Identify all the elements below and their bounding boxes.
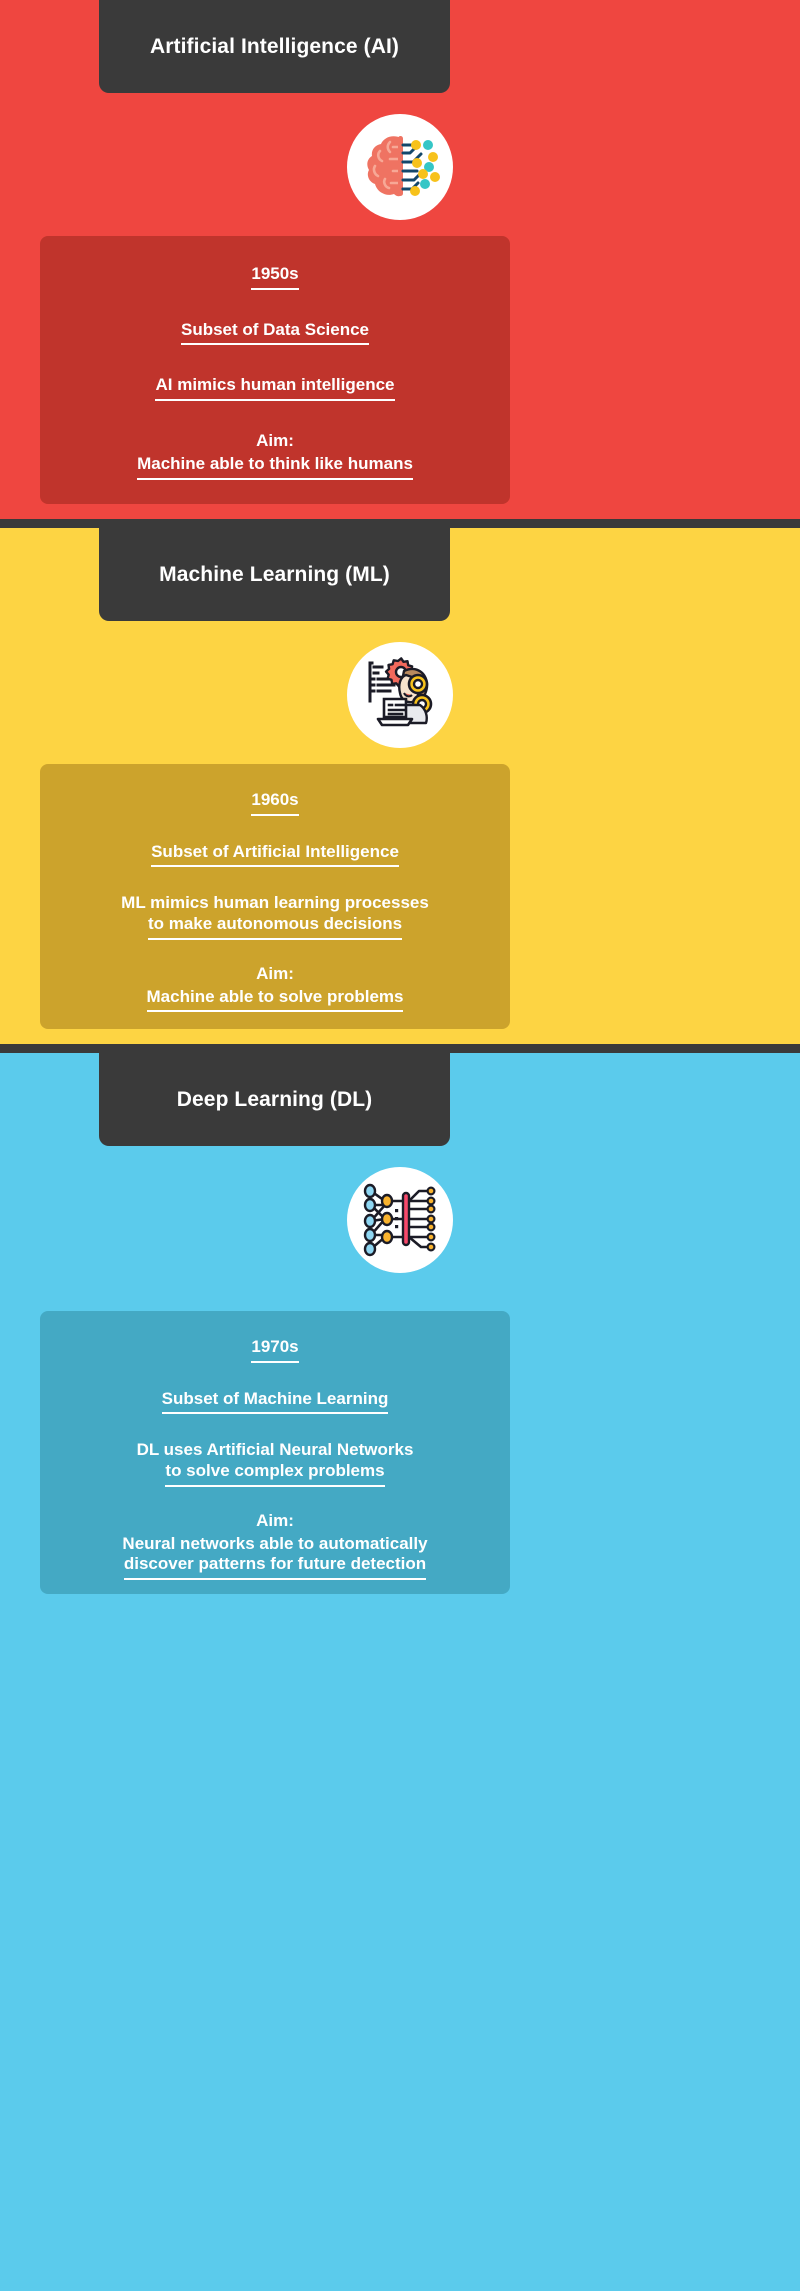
ai-subset: Subset of Data Science bbox=[180, 320, 369, 346]
ml-icon-badge bbox=[347, 642, 453, 748]
ml-decade: 1960s bbox=[251, 790, 299, 816]
ml-aim-label: Aim: bbox=[256, 963, 294, 983]
infographic-page: Artificial Intelligence (AI) 1950s Subse… bbox=[0, 0, 800, 2291]
ai-icon-badge bbox=[347, 114, 453, 220]
dl-header-bar: Deep Learning (DL) bbox=[99, 1053, 450, 1146]
person-laptop-gears-icon bbox=[360, 655, 440, 735]
ai-decade: 1950s bbox=[251, 264, 299, 290]
dl-decade-row: 1970s bbox=[54, 1337, 496, 1363]
ml-description-line1: ML mimics human learning processes bbox=[121, 893, 429, 913]
neural-network-icon bbox=[359, 1179, 441, 1261]
dl-description-line2: to solve complex problems bbox=[165, 1461, 385, 1487]
ai-aim-value-row: Machine able to think like humans bbox=[54, 454, 496, 480]
dl-description-line2-row: to solve complex problems bbox=[54, 1461, 496, 1487]
ai-description: AI mimics human intelligence bbox=[155, 375, 395, 402]
ai-decade-row: 1950s bbox=[54, 264, 496, 290]
ml-decade-row: 1960s bbox=[54, 790, 496, 816]
dl-aim-value-line1: Neural networks able to automatically bbox=[122, 1533, 428, 1553]
ml-header-bar: Machine Learning (ML) bbox=[99, 528, 450, 621]
dl-icon-badge bbox=[347, 1167, 453, 1273]
dl-description-line1: DL uses Artificial Neural Networks bbox=[136, 1440, 414, 1460]
dl-subset: Subset of Machine Learning bbox=[161, 1389, 389, 1415]
ml-subset: Subset of Artificial Intelligence bbox=[151, 842, 399, 868]
ml-aim-value: Machine able to solve problems bbox=[146, 987, 404, 1013]
ml-aim-label-row: Aim: bbox=[54, 964, 496, 985]
dl-title: Deep Learning (DL) bbox=[176, 1087, 373, 1111]
dl-subset-row: Subset of Machine Learning bbox=[54, 1389, 496, 1415]
section-deep-learning: Deep Learning (DL) 1970s Subset of Machi… bbox=[0, 1053, 800, 2291]
ml-subset-row: Subset of Artificial Intelligence bbox=[54, 842, 496, 868]
ml-aim-value-row: Machine able to solve problems bbox=[54, 987, 496, 1013]
dl-aim-label-row: Aim: bbox=[54, 1511, 496, 1532]
dl-description-line1-row: DL uses Artificial Neural Networks bbox=[54, 1440, 496, 1461]
section-artificial-intelligence: Artificial Intelligence (AI) 1950s Subse… bbox=[0, 0, 800, 519]
ml-content-panel: 1960s Subset of Artificial Intelligence … bbox=[40, 764, 510, 1029]
ai-subset-row: Subset of Data Science bbox=[54, 320, 496, 346]
dl-aim-label: Aim: bbox=[256, 1510, 294, 1530]
dl-decade: 1970s bbox=[251, 1337, 299, 1363]
dl-aim-value-line1-row: Neural networks able to automatically bbox=[54, 1534, 496, 1555]
ai-aim-label: Aim: bbox=[256, 431, 294, 451]
divider-ai-ml bbox=[0, 519, 800, 528]
ai-header-bar: Artificial Intelligence (AI) bbox=[99, 0, 450, 93]
ml-description-line2-row: to make autonomous decisions bbox=[54, 914, 496, 940]
ai-aim-label-row: Aim: bbox=[54, 431, 496, 452]
ml-description-line1-row: ML mimics human learning processes bbox=[54, 893, 496, 914]
dl-aim-value-line2-row: discover patterns for future detection bbox=[54, 1554, 496, 1581]
ml-title: Machine Learning (ML) bbox=[159, 562, 390, 586]
ai-content-panel: 1950s Subset of Data Science AI mimics h… bbox=[40, 236, 510, 504]
section-machine-learning: Machine Learning (ML) 1960s Subset of Ar… bbox=[0, 528, 800, 1044]
dl-content-panel: 1970s Subset of Machine Learning DL uses… bbox=[40, 1311, 510, 1594]
divider-ml-dl bbox=[0, 1044, 800, 1053]
ai-aim-value: Machine able to think like humans bbox=[137, 454, 413, 480]
dl-aim-value-line2: discover patterns for future detection bbox=[123, 1554, 427, 1581]
ai-title: Artificial Intelligence (AI) bbox=[149, 34, 399, 58]
brain-circuit-icon bbox=[357, 124, 443, 210]
ai-description-row: AI mimics human intelligence bbox=[54, 375, 496, 402]
ml-description-line2: to make autonomous decisions bbox=[147, 914, 403, 940]
